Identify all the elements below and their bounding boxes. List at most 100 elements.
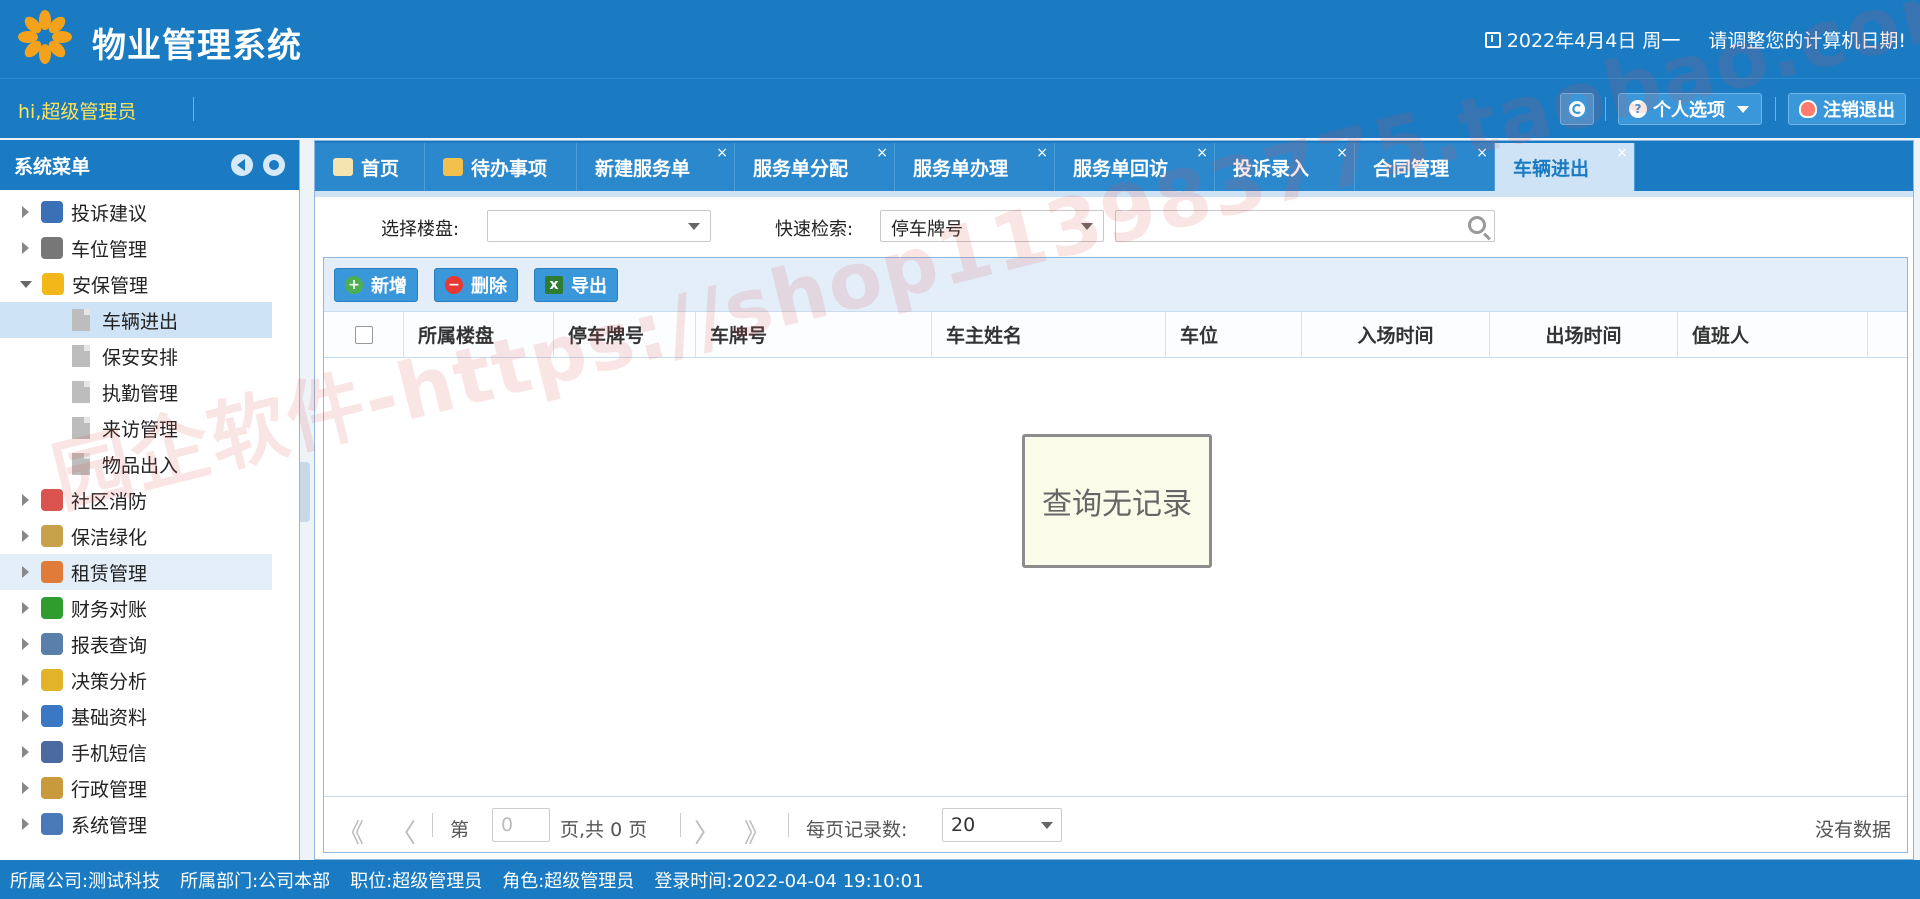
tab-label: 投诉录入 xyxy=(1233,157,1310,180)
tab[interactable]: 首页 xyxy=(315,143,425,191)
sidebar-item-label: 行政管理 xyxy=(71,778,148,801)
personal-options-button[interactable]: ? 个人选项 xyxy=(1618,93,1762,125)
first-page-icon[interactable]: 《 xyxy=(338,813,364,850)
column-header[interactable]: 所属楼盘 xyxy=(404,312,554,357)
chevron-right-icon[interactable] xyxy=(22,602,29,614)
search-icon[interactable] xyxy=(1468,216,1486,234)
sidebar-item[interactable]: 车辆进出 xyxy=(0,302,272,338)
chevron-right-icon[interactable] xyxy=(22,206,29,218)
tab[interactable]: 投诉录入 × xyxy=(1215,143,1355,191)
chevron-right-icon[interactable] xyxy=(22,710,29,722)
column-header[interactable]: 出场时间 xyxy=(1490,312,1678,357)
chevron-down-icon xyxy=(1737,105,1749,113)
tab[interactable]: 待办事项 xyxy=(425,143,577,191)
sidebar-item[interactable]: 系统管理 xyxy=(0,806,272,842)
select-all-checkbox[interactable] xyxy=(354,325,373,344)
footer-role: 角色:超级管理员 xyxy=(502,870,635,892)
tab[interactable]: 合同管理 × xyxy=(1355,143,1495,191)
next-page-icon[interactable]: 〉 xyxy=(694,813,720,850)
sidebar-item[interactable]: 手机短信 xyxy=(0,734,272,770)
sidebar-item-label: 财务对账 xyxy=(71,598,148,621)
close-icon[interactable]: × xyxy=(716,145,728,161)
tab[interactable]: 服务单回访 × xyxy=(1055,143,1215,191)
sidebar-item-label: 基础资料 xyxy=(71,706,148,729)
tab[interactable]: 新建服务单 × xyxy=(577,143,735,191)
status-bar: 所属公司:测试科技 所属部门:公司本部 职位:超级管理员 角色:超级管理员 登录… xyxy=(0,860,1920,899)
quick-search-select[interactable]: 停车牌号 xyxy=(880,210,1104,242)
tab-bar: 首页 待办事项 新建服务单 × 服务单分配 × 服务单办理 × 服务单回访 × 投诉录入 × 合同管理 ×… xyxy=(315,141,1913,191)
export-button[interactable]: x 导出 xyxy=(534,268,618,302)
delete-button[interactable]: − 删除 xyxy=(434,268,518,302)
prev-page-icon[interactable]: 〈 xyxy=(390,813,416,850)
refresh-button[interactable] xyxy=(1560,93,1594,125)
chevron-right-icon[interactable] xyxy=(22,818,29,830)
check-icon xyxy=(41,597,63,619)
column-header[interactable]: 入场时间 xyxy=(1302,312,1490,357)
filter-bar: 选择楼盘: 快速检索: 停车牌号 xyxy=(315,197,1915,255)
collapse-icon[interactable] xyxy=(231,154,253,176)
sidebar-item[interactable]: 安保管理 xyxy=(0,266,272,302)
phone-icon xyxy=(41,201,63,223)
close-icon[interactable]: × xyxy=(876,145,888,161)
sidebar-item-label: 保洁绿化 xyxy=(71,526,148,549)
sidebar-item[interactable]: 来访管理 xyxy=(0,410,272,446)
building-select[interactable] xyxy=(487,210,711,242)
sidebar-item-label: 社区消防 xyxy=(71,490,148,513)
sidebar-item[interactable]: 社区消防 xyxy=(0,482,272,518)
add-button[interactable]: + 新增 xyxy=(334,268,418,302)
chevron-right-icon[interactable] xyxy=(22,782,29,794)
close-icon[interactable]: × xyxy=(1616,145,1628,161)
tab[interactable]: 车辆进出 × xyxy=(1495,143,1635,191)
footer-position: 职位:超级管理员 xyxy=(350,870,483,892)
close-icon[interactable]: × xyxy=(1476,145,1488,161)
tab-label: 服务单办理 xyxy=(913,157,1009,180)
user-greeting: hi,超级管理员 xyxy=(18,101,137,123)
chevron-right-icon[interactable] xyxy=(22,530,29,542)
page-number-input[interactable]: 0 xyxy=(492,808,550,842)
sidebar-item[interactable]: 租赁管理 xyxy=(0,554,272,590)
logout-button[interactable]: 注销退出 xyxy=(1788,93,1906,125)
sidebar-item[interactable]: 保安安排 xyxy=(0,338,272,374)
close-icon[interactable]: × xyxy=(1336,145,1348,161)
gear-icon[interactable] xyxy=(263,154,285,176)
search-input[interactable] xyxy=(1115,210,1495,242)
sidebar-item[interactable]: 保洁绿化 xyxy=(0,518,272,554)
chevron-right-icon[interactable] xyxy=(22,638,29,650)
chevron-right-icon[interactable] xyxy=(22,746,29,758)
column-header[interactable]: 停车牌号 xyxy=(554,312,696,357)
sidebar-item-label: 租赁管理 xyxy=(71,562,148,585)
footer-department: 所属部门:公司本部 xyxy=(180,870,331,892)
chevron-right-icon[interactable] xyxy=(22,242,29,254)
chevron-right-icon[interactable] xyxy=(22,566,29,578)
chevron-right-icon[interactable] xyxy=(22,494,29,506)
sidebar-title: 系统菜单 xyxy=(14,156,91,178)
close-icon[interactable]: × xyxy=(1196,145,1208,161)
chevron-down-icon[interactable] xyxy=(20,280,32,288)
column-header[interactable]: 车牌号 xyxy=(696,312,932,357)
sidebar-item[interactable]: 报表查询 xyxy=(0,626,272,662)
computer-icon xyxy=(41,813,63,835)
folder-icon xyxy=(443,158,463,176)
close-icon[interactable]: × xyxy=(1036,145,1048,161)
tab[interactable]: 服务单分配 × xyxy=(735,143,895,191)
column-header[interactable]: 车位 xyxy=(1166,312,1302,357)
sidebar-item[interactable]: 投诉建议 xyxy=(0,194,272,230)
last-page-icon[interactable]: 》 xyxy=(744,813,770,850)
sidebar-item-label: 手机短信 xyxy=(71,742,148,765)
column-header[interactable]: 车主姓名 xyxy=(932,312,1166,357)
sidebar-item[interactable]: 执勤管理 xyxy=(0,374,272,410)
sidebar-item[interactable]: 基础资料 xyxy=(0,698,272,734)
chevron-right-icon[interactable] xyxy=(22,674,29,686)
sidebar-item[interactable]: 行政管理 xyxy=(0,770,272,806)
tab[interactable]: 服务单办理 × xyxy=(895,143,1055,191)
per-page-select[interactable]: 20 xyxy=(942,808,1062,842)
sidebar-item[interactable]: 车位管理 xyxy=(0,230,272,266)
grid-toolbar: + 新增 − 删除 x 导出 xyxy=(324,258,1907,312)
sidebar-item[interactable]: 物品出入 xyxy=(0,446,272,482)
sidebar-item-label: 系统管理 xyxy=(71,814,148,837)
sidebar-item[interactable]: 决策分析 xyxy=(0,662,272,698)
select-all-cell xyxy=(324,312,404,357)
sidebar-resize-handle[interactable] xyxy=(300,462,310,522)
sidebar-item[interactable]: 财务对账 xyxy=(0,590,272,626)
column-header[interactable]: 值班人 xyxy=(1678,312,1868,357)
